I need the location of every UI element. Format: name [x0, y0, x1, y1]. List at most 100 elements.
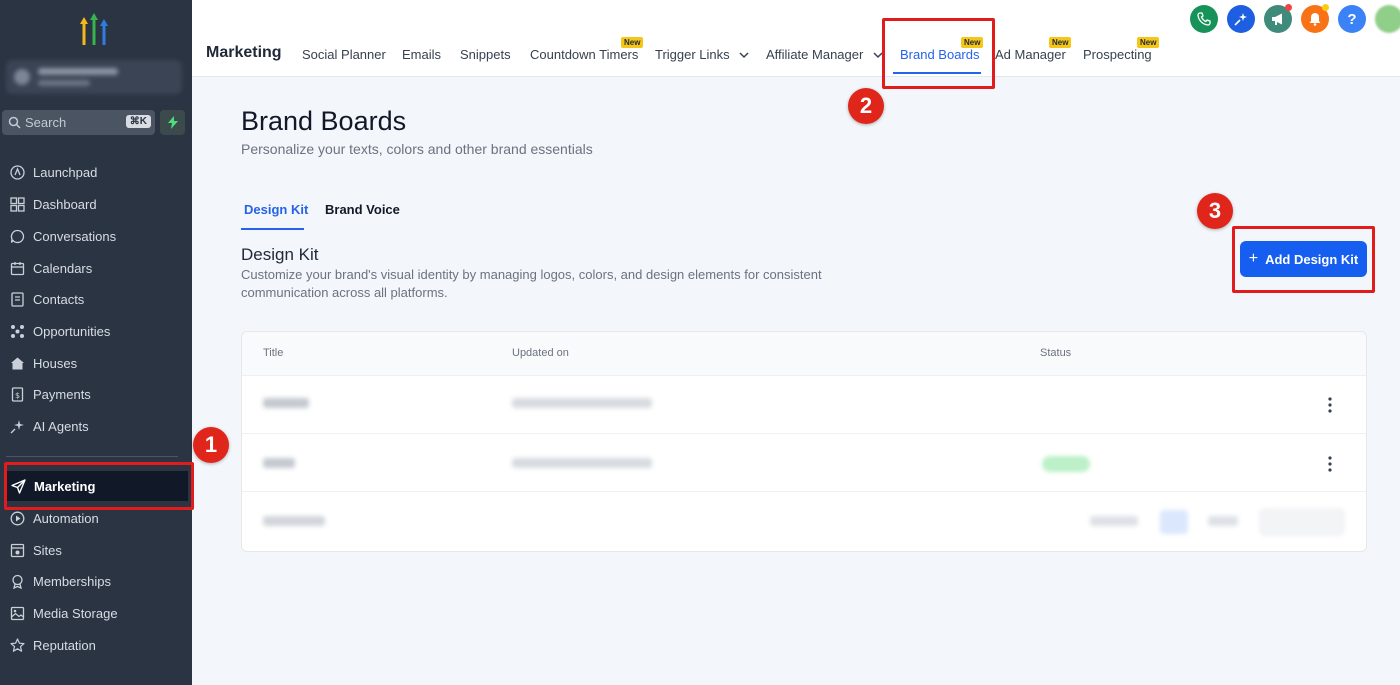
row-title-redacted: [263, 458, 295, 468]
sidebar-item-opportunities[interactable]: Opportunities: [0, 316, 192, 346]
page-title: Brand Boards: [241, 106, 407, 136]
column-updated-on: Updated on: [512, 347, 569, 359]
sidebar-divider: [6, 456, 178, 457]
tab-social-planner[interactable]: Social Planner: [302, 47, 386, 62]
sidebar-item-ai-agents[interactable]: AI Agents: [0, 411, 192, 441]
avatar[interactable]: [1375, 5, 1400, 33]
sidebar-item-reputation[interactable]: Reputation: [0, 630, 192, 660]
table-row[interactable]: [242, 376, 1366, 434]
sidebar-item-label: Memberships: [33, 573, 112, 589]
app-logo-icon[interactable]: [74, 12, 114, 46]
sidebar-item-dashboard[interactable]: Dashboard: [0, 189, 192, 219]
sidebar-item-label: Conversations: [33, 228, 117, 244]
sidebar-item-calendars[interactable]: Calendars: [0, 253, 192, 283]
sidebar-item-launchpad[interactable]: Launchpad: [0, 157, 192, 187]
new-badge: New: [1049, 37, 1072, 48]
tab-countdown-timers[interactable]: Countdown Timers: [530, 47, 638, 62]
sidebar-item-label: AI Agents: [33, 418, 89, 434]
sidebar-item-memberships[interactable]: Memberships: [0, 566, 192, 596]
page-subtitle: Personalize your texts, colors and other…: [241, 141, 593, 157]
table-header: Title Updated on Status: [242, 332, 1366, 376]
phone-icon[interactable]: [1190, 5, 1218, 33]
payments-icon: $: [9, 386, 25, 402]
sidebar-item-label: Sites: [33, 542, 62, 558]
sidebar-item-label: Reputation: [33, 637, 96, 653]
sidebar-item-label: Dashboard: [33, 196, 97, 212]
section-title: Design Kit: [241, 245, 319, 264]
search-input[interactable]: Search ⌘K: [2, 110, 155, 135]
column-title: Title: [263, 347, 284, 359]
magic-icon[interactable]: [1227, 5, 1255, 33]
tab-emails[interactable]: Emails: [402, 47, 441, 62]
lightning-icon: [167, 116, 178, 129]
tab-label: Affiliate Manager: [766, 47, 864, 62]
annotation-number-1: 1: [193, 427, 229, 463]
sparkle-icon: [9, 418, 25, 434]
more-vertical-icon: [1328, 456, 1332, 472]
annotation-highlight-brand-boards: [882, 18, 995, 89]
page-number-button[interactable]: [1160, 510, 1188, 534]
tab-trigger-links[interactable]: Trigger Links: [655, 47, 749, 62]
tab-brand-voice[interactable]: Brand Voice: [325, 202, 400, 217]
row-menu-button[interactable]: [1326, 455, 1334, 473]
sidebar-item-conversations[interactable]: Conversations: [0, 221, 192, 251]
membership-icon: [9, 573, 25, 589]
sidebar-item-label: Payments: [33, 386, 91, 402]
pagination: [242, 492, 1366, 551]
star-icon: [9, 637, 25, 653]
sidebar-item-label: Houses: [33, 355, 78, 371]
house-icon: [9, 355, 25, 371]
sidebar-item-houses[interactable]: Houses: [0, 348, 192, 378]
sidebar-item-contacts[interactable]: Contacts: [0, 284, 192, 314]
annotation-number-3: 3: [1197, 193, 1233, 229]
sidebar-item-sites[interactable]: Sites: [0, 535, 192, 565]
sidebar-item-label: Media Storage: [33, 605, 118, 621]
account-avatar: [14, 69, 30, 85]
tab-prospecting[interactable]: Prospecting: [1083, 47, 1152, 62]
page-section-title: Marketing: [206, 44, 282, 61]
tab-affiliate-manager[interactable]: Affiliate Manager: [766, 47, 883, 62]
sidebar-item-label: Calendars: [33, 260, 93, 276]
sidebar: Search ⌘K Launchpad Dashboard Conversati…: [0, 0, 192, 685]
chat-icon: [9, 228, 25, 244]
opportunities-icon: [9, 323, 25, 339]
table-row[interactable]: [242, 434, 1366, 492]
account-name: [38, 68, 118, 75]
row-date-redacted: [512, 398, 652, 408]
annotation-number-2: 2: [848, 88, 884, 124]
sidebar-item-media-storage[interactable]: Media Storage: [0, 598, 192, 628]
search-icon: [8, 116, 21, 129]
contacts-icon: [9, 291, 25, 307]
previous-button[interactable]: [1090, 516, 1138, 526]
sidebar-item-label: Contacts: [33, 291, 85, 307]
next-button[interactable]: [1208, 516, 1238, 526]
tab-ad-manager[interactable]: Ad Manager: [995, 47, 1066, 62]
column-status: Status: [1040, 347, 1072, 359]
notification-dot: [1285, 4, 1292, 11]
svg-text:$: $: [14, 391, 19, 400]
sidebar-item-label: Automation: [33, 510, 99, 526]
account-switcher[interactable]: [6, 60, 182, 94]
automation-icon: [9, 510, 25, 526]
dashboard-icon: [9, 196, 25, 212]
sites-icon: [9, 542, 25, 558]
tab-snippets[interactable]: Snippets: [460, 47, 511, 62]
sidebar-item-payments[interactable]: $ Payments: [0, 379, 192, 409]
more-vertical-icon: [1328, 397, 1332, 413]
calendar-icon: [9, 260, 25, 276]
page-size-select[interactable]: [1260, 509, 1344, 535]
row-menu-button[interactable]: [1326, 396, 1334, 414]
tab-design-kit[interactable]: Design Kit: [244, 202, 308, 217]
top-navigation: Marketing Social Planner Emails Snippets…: [192, 0, 1400, 77]
quick-action-button[interactable]: [160, 110, 185, 135]
annotation-highlight-add-design-kit: [1232, 226, 1375, 293]
media-icon: [9, 605, 25, 621]
chevron-down-icon: [739, 52, 749, 59]
tab-label: Trigger Links: [655, 47, 730, 62]
search-placeholder: Search: [25, 115, 67, 130]
page-info-redacted: [263, 516, 325, 526]
sidebar-item-label: Opportunities: [33, 323, 111, 339]
sidebar-item-label: Launchpad: [33, 164, 98, 180]
notification-dot: [1322, 4, 1329, 11]
help-icon[interactable]: ?: [1338, 5, 1366, 33]
